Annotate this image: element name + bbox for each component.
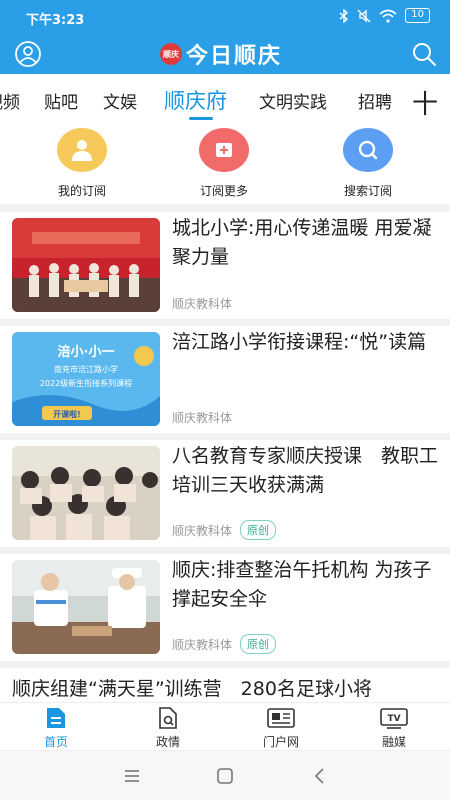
news-meta: 顺庆教科体 [172,295,232,312]
home-doc-icon [16,705,96,731]
nav-portal-label: 门户网 [262,735,299,749]
nav-media[interactable]: TV 融媒 [354,705,434,750]
nav-media-label: 融媒 [381,735,406,749]
back-icon[interactable] [310,767,330,785]
channel-tabs: 视频 贴吧 文娱 顺庆府 文明实践 招聘 十 [0,74,450,124]
item-separator [0,433,450,440]
person-icon [57,128,107,172]
news-thumbnail: 涪小·小一 南充市涪江路小学 2022级新生衔接系列课程 开课啦! [12,332,160,426]
news-source: 顺庆教科体 [172,411,233,425]
status-icons: 10 [339,8,430,23]
item-separator [0,547,450,554]
section-divider [0,204,450,212]
bottom-nav: 首页 政情 门户网 TV 融媒 [0,702,450,750]
item-separator [0,319,450,326]
subscribe-more-button[interactable]: 订阅更多 [174,128,274,199]
app-bar: 顺庆 今日顺庆 [0,34,450,74]
news-meta: 顺庆教科体 [172,409,232,426]
nav-politics-label: 政情 [155,735,180,749]
svg-text:TV: TV [387,714,400,724]
news-item[interactable]: 八名教育专家顺庆授课 教职工培训三天收获满满 顺庆教科体 原创 [0,440,450,554]
news-thumbnail [12,446,160,540]
plus-box-icon [199,128,249,172]
search-subscriptions-label: 搜索订阅 [343,184,392,198]
home-icon[interactable] [215,767,235,785]
nav-portal[interactable]: 门户网 [241,705,321,750]
mute-icon [357,8,371,23]
newspaper-icon [241,705,321,731]
news-source: 顺庆教科体 [172,637,233,652]
thumb-text: 开课啦! [53,409,81,419]
news-title: 顺庆:排查整治午托机构 为孩子撑起安全伞 [172,559,432,610]
add-channel-icon[interactable]: 十 [412,84,438,121]
search-subscriptions-button[interactable]: 搜索订阅 [318,128,418,199]
search-icon[interactable] [410,40,438,68]
status-bar: 下午3:23 10 [0,0,450,34]
thumb-text: 2022级新生衔接系列课程 [40,378,132,388]
news-item[interactable]: 顺庆:排查整治午托机构 为孩子撑起安全伞 顺庆教科体 原创 [0,554,450,668]
tab-shunqingfu[interactable]: 顺庆府 [164,85,227,115]
news-item[interactable]: 涪小·小一 南充市涪江路小学 2022级新生衔接系列课程 开课啦! 涪江路小学衔… [0,326,450,440]
news-thumbnail [12,560,160,654]
user-icon[interactable] [14,40,42,68]
battery-indicator: 10 [405,8,430,23]
news-title: 城北小学:用心传递温暖 用爱凝聚力量 [172,217,432,268]
news-source: 顺庆教科体 [172,523,233,538]
news-item[interactable]: 城北小学:用心传递温暖 用爱凝聚力量 顺庆教科体 [0,212,450,326]
news-title-partial[interactable]: 顺庆组建“满天星”训练营 280名足球小将 [12,674,372,701]
search-circle-icon [343,128,393,172]
tab-video[interactable]: 视频 [0,88,20,113]
news-meta: 顺庆教科体 原创 [172,520,277,540]
news-meta: 顺庆教科体 原创 [172,634,277,654]
status-time: 下午3:23 [26,13,85,28]
thumb-text: 南充市涪江路小学 [54,364,118,374]
news-title: 八名教育专家顺庆授课 教职工培训三天收获满满 [172,445,439,496]
document-search-icon [128,705,208,731]
my-subscriptions-label: 我的订阅 [57,184,106,198]
news-title: 涪江路小学衔接课程:“悦”读篇 [172,331,427,353]
nav-home-label: 首页 [43,735,68,749]
tab-jobs[interactable]: 招聘 [358,88,392,113]
nav-home[interactable]: 首页 [16,705,96,750]
original-badge: 原创 [240,634,277,654]
my-subscriptions-button[interactable]: 我的订阅 [32,128,132,199]
subscription-row: 我的订阅 订阅更多 搜索订阅 [0,124,450,204]
bluetooth-icon [339,8,349,23]
nav-politics[interactable]: 政情 [128,705,208,750]
subscribe-more-label: 订阅更多 [199,184,248,198]
menu-icon[interactable] [122,767,142,785]
item-separator [0,661,450,668]
tv-icon: TV [354,705,434,731]
active-tab-indicator [189,117,213,120]
logo-seal: 顺庆 [160,43,182,65]
system-nav-bar [0,750,450,800]
tab-entertainment[interactable]: 文娱 [103,88,137,113]
news-source: 顺庆教科体 [172,297,233,311]
wifi-icon [379,9,397,23]
app-title: 今日顺庆 [186,43,283,69]
tab-tieba[interactable]: 贴吧 [44,88,78,113]
app-logo: 顺庆 今日顺庆 [160,38,282,70]
tab-civilization[interactable]: 文明实践 [259,88,327,113]
news-thumbnail [12,218,160,312]
original-badge: 原创 [240,520,277,540]
thumb-text: 涪小·小一 [58,344,115,360]
